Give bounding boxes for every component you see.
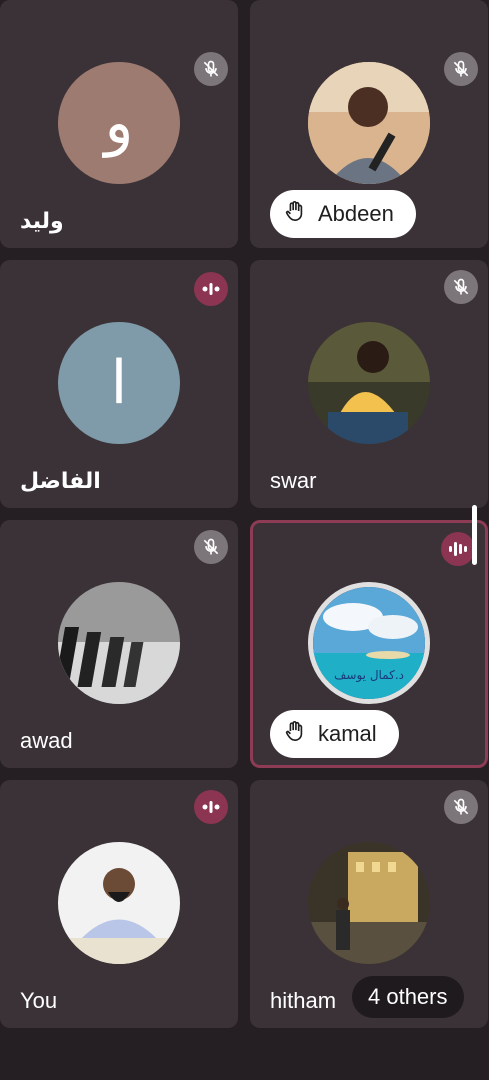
avatar [308,62,430,184]
raised-hand-icon [284,719,306,749]
raised-hand-badge: Abdeen [270,190,416,238]
participant-name: You [20,988,58,1013]
participant-name: hitham [270,988,337,1013]
avatar: و [58,62,180,184]
others-count-badge[interactable]: 4 others [352,976,464,1018]
speaking-indicator-icon [194,790,228,824]
participant-name: swar [270,468,317,493]
avatar-initial: ا [110,349,128,416]
participant-tile-alfadil[interactable]: ا الفاضل [0,260,238,508]
meeting-grid: و وليد Abdeen ا الفاضل swar awad د.كمال … [0,0,489,1080]
participant-tile-swar[interactable]: swar [250,260,488,508]
participant-name: kamal [318,721,377,746]
muted-mic-icon [444,790,478,824]
participant-name: وليد [20,208,64,233]
avatar: ا [58,322,180,444]
participant-name: awad [20,728,73,753]
muted-mic-icon [194,530,228,564]
participant-tile-walid[interactable]: و وليد [0,0,238,248]
speaking-indicator-icon [441,532,475,566]
speaking-indicator-icon [194,272,228,306]
participant-name: الفاضل [20,468,101,493]
muted-mic-icon [194,52,228,86]
avatar [308,842,430,964]
participant-tile-kamal[interactable]: د.كمال يوسف kamal [250,520,488,768]
participant-tile-abdeen[interactable]: Abdeen [250,0,488,248]
participant-tile-awad[interactable]: awad [0,520,238,768]
avatar [58,842,180,964]
avatar [308,322,430,444]
avatar: د.كمال يوسف [308,582,430,704]
avatar-initial: و [104,89,134,156]
avatar-text: د.كمال يوسف [334,668,404,683]
raised-hand-icon [284,199,306,229]
participant-name: Abdeen [318,201,394,226]
raised-hand-badge: kamal [270,710,399,758]
muted-mic-icon [444,270,478,304]
avatar [58,582,180,704]
participant-tile-you[interactable]: You [0,780,238,1028]
muted-mic-icon [444,52,478,86]
scrollbar-thumb[interactable] [472,505,477,565]
